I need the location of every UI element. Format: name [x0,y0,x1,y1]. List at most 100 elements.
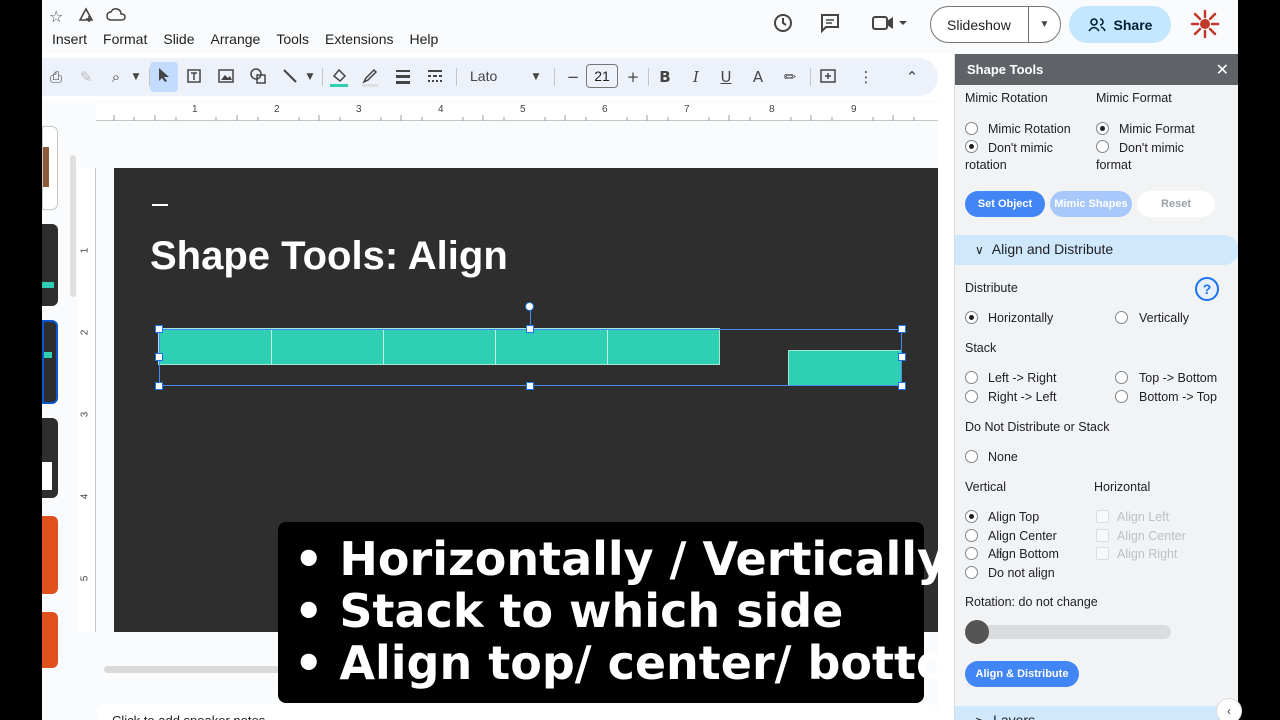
comments-icon[interactable] [818,12,842,36]
slide-thumbnail[interactable] [42,612,58,668]
radio-distribute-vertically[interactable] [1115,311,1128,324]
select-arrow-icon[interactable] [154,67,174,87]
radio-align-right-disabled[interactable] [1096,547,1109,560]
italic-icon[interactable]: I [686,67,706,87]
radio-stack-left-right[interactable] [965,371,978,384]
slide-thumbnail[interactable] [42,224,58,306]
ruler-tick-label: 2 [79,329,91,336]
zoom-icon[interactable]: ⌕ [106,67,126,87]
radio-distribute-horizontally[interactable] [965,311,978,324]
section-layers[interactable]: > Layers [955,706,1238,720]
bold-icon[interactable]: B [655,67,675,87]
chevron-down-icon[interactable]: ▼ [1029,19,1060,30]
resize-handle[interactable] [155,382,163,390]
menu-help[interactable]: Help [409,31,438,47]
speaker-notes[interactable]: Click to add speaker notes [98,704,938,720]
border-color-icon[interactable] [360,67,380,87]
resize-handle[interactable] [155,325,163,333]
font-size-input[interactable]: 21 [586,64,618,88]
menu-tools[interactable]: Tools [276,31,309,47]
radio-align-left-disabled[interactable] [1096,510,1109,523]
resize-handle[interactable] [526,325,534,333]
slide-thumbnail[interactable] [42,516,58,594]
menu-extensions[interactable]: Extensions [325,31,393,47]
chevron-up-icon[interactable]: ⌃ [902,67,922,87]
slide-thumbnail-active[interactable] [42,320,58,404]
slide-title[interactable]: Shape Tools: Align [150,234,508,279]
history-icon[interactable] [771,12,795,36]
text-color-icon[interactable]: A [748,67,768,87]
radio-stack-top-bottom[interactable] [1115,371,1128,384]
resize-handle[interactable] [898,382,906,390]
reset-button[interactable]: Reset [1137,191,1215,217]
rotation-slider-track[interactable] [967,625,1171,639]
image-icon[interactable] [216,67,236,87]
radio-label: Align Center [1117,529,1186,543]
text-box-icon[interactable] [184,67,204,87]
menu-format[interactable]: Format [103,31,147,47]
font-size-decrease-icon[interactable]: − [563,67,583,87]
radio-mimic-format[interactable] [1096,122,1109,135]
help-icon[interactable]: ? [1195,277,1219,301]
menu-arrange[interactable]: Arrange [211,31,261,47]
fill-color-icon[interactable] [329,67,349,87]
filmstrip-scrollbar[interactable] [70,155,76,297]
paint-format-icon[interactable]: ✎ [76,67,96,87]
align-distribute-button[interactable]: Align & Distribute [965,661,1079,687]
rotation-handle[interactable] [525,302,534,311]
menu-insert[interactable]: Insert [52,31,87,47]
shape-icon[interactable] [248,67,268,87]
border-dash-icon[interactable] [425,67,445,87]
print-icon[interactable]: ⎙ [46,67,66,87]
meet-icon[interactable] [870,12,910,36]
radio-align-bottom[interactable] [965,547,978,560]
insert-link-icon[interactable] [818,67,838,87]
set-object-button[interactable]: Set Object [965,191,1045,217]
line-dropdown-icon[interactable]: ▼ [300,67,320,87]
radio-mimic-rotation[interactable] [965,122,978,135]
chevron-left-icon[interactable]: ‹ [1216,698,1242,720]
radio-align-center-h-disabled[interactable] [1096,529,1109,542]
radio-label: Mimic Rotation [988,122,1071,136]
avatar[interactable] [1190,9,1220,39]
radio-none[interactable] [965,450,978,463]
resize-handle[interactable] [898,353,906,361]
radio-do-not-align[interactable] [965,566,978,579]
menu-slide[interactable]: Slide [163,31,194,47]
drive-add-icon[interactable] [77,6,95,28]
share-button[interactable]: Share [1069,6,1171,43]
resize-handle[interactable] [526,382,534,390]
font-dropdown-icon[interactable]: ▼ [526,67,546,87]
resize-handle[interactable] [155,353,163,361]
underline-icon[interactable]: U [716,67,736,87]
ruler-tick-label: 1 [79,247,91,254]
star-icon[interactable]: ☆ [49,7,63,26]
ruler-tick-label: 1 [192,104,198,115]
resize-handle[interactable] [898,325,906,333]
more-options-icon[interactable]: ⋮ [856,67,876,87]
slide-thumbnail[interactable] [42,126,58,210]
radio-label: Don't mimic format [1096,141,1184,172]
canvas-scrollbar[interactable] [104,666,284,673]
radio-stack-bottom-top[interactable] [1115,390,1128,403]
zoom-dropdown-icon[interactable]: ▼ [126,67,146,87]
close-icon[interactable]: ✕ [1216,60,1229,79]
cloud-status-icon[interactable] [106,7,126,27]
line-icon[interactable] [280,67,300,87]
ruler-tick-label: 7 [684,104,690,115]
radio-label: Mimic Format [1119,122,1195,136]
section-align-distribute[interactable]: ∨ Align and Distribute [955,235,1238,265]
radio-align-top[interactable] [965,510,978,523]
font-size-increase-icon[interactable]: + [623,67,643,87]
radio-align-center[interactable] [965,529,978,542]
radio-label: Bottom -> Top [1139,390,1217,404]
highlight-icon[interactable]: ✏ [780,67,800,87]
slide-thumbnail[interactable] [42,418,58,498]
rotation-slider-knob[interactable] [965,620,989,644]
font-family-select[interactable]: Lato [470,68,497,84]
radio-stack-right-left[interactable] [965,390,978,403]
border-weight-icon[interactable] [393,67,413,87]
slideshow-button[interactable]: Slideshow ▼ [930,6,1061,43]
app-window: ☆ Insert Format Slide Arrange Tools Exte… [0,0,1280,720]
mimic-shapes-button[interactable]: Mimic Shapes [1050,191,1132,217]
